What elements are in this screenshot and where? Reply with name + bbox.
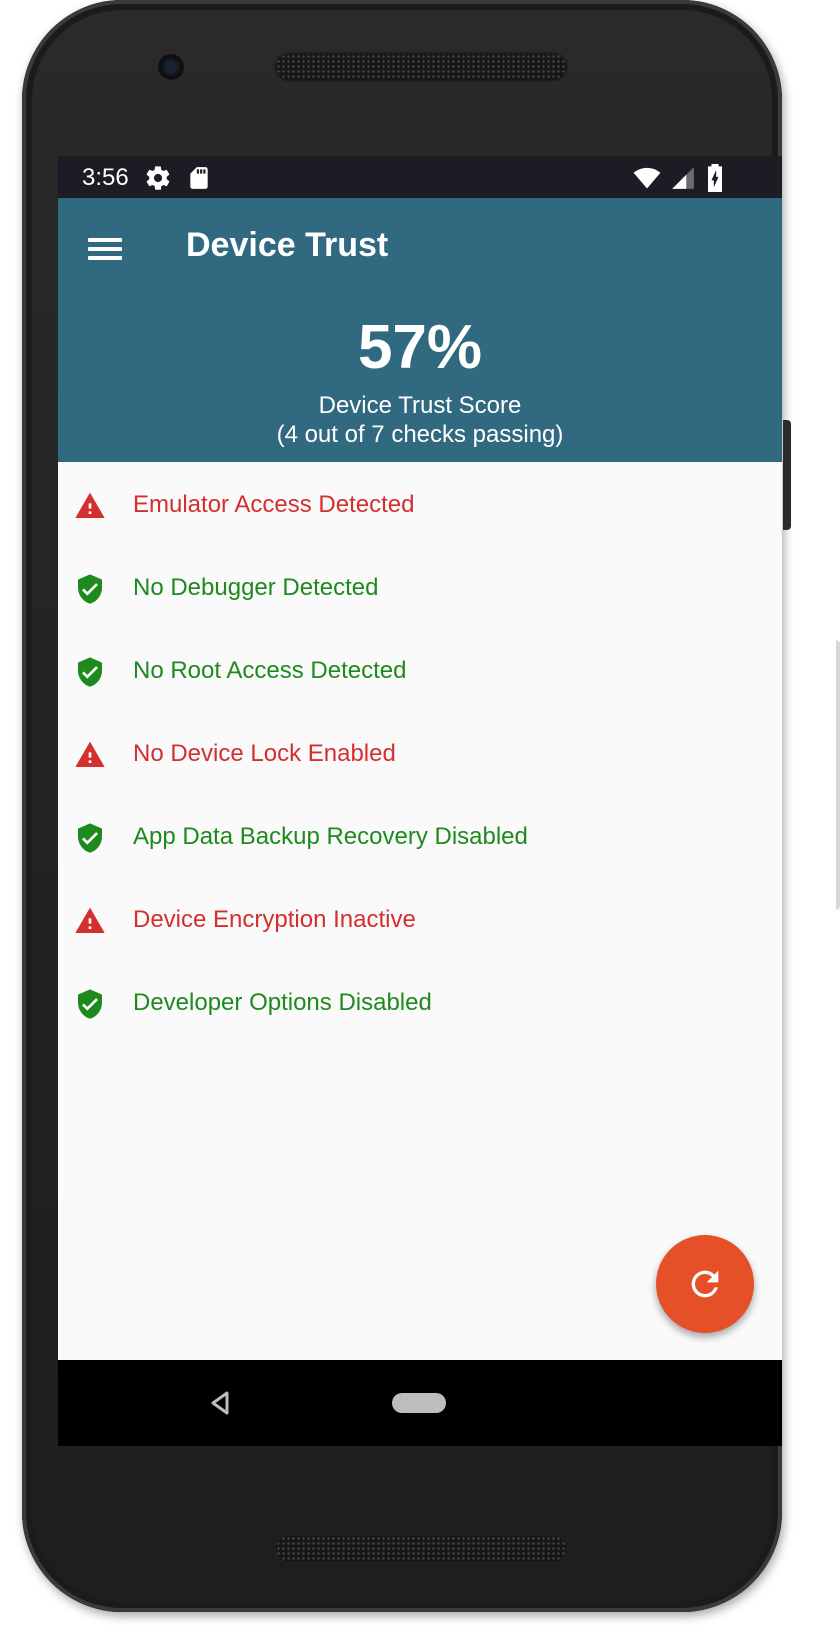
signal-icon xyxy=(670,164,696,197)
shield-check-icon xyxy=(78,823,102,853)
score-value: 57% xyxy=(357,313,483,382)
shield-check-icon xyxy=(78,574,102,604)
volume-button xyxy=(836,640,840,910)
score-summary: (4 out of 7 checks passing) xyxy=(276,421,564,448)
check-item-developer-options[interactable]: Developer Options Disabled xyxy=(58,960,782,1046)
nav-bar xyxy=(58,1360,782,1446)
top-speaker xyxy=(276,54,566,80)
check-label: No Root Access Detected xyxy=(133,657,407,684)
check-label: App Data Backup Recovery Disabled xyxy=(133,823,528,850)
status-time: 3:56 xyxy=(82,164,129,191)
score-label: Device Trust Score xyxy=(318,392,522,419)
warning-icon xyxy=(75,907,105,933)
power-button xyxy=(783,420,791,530)
refresh-icon xyxy=(691,1270,719,1298)
check-item-debugger[interactable]: No Debugger Detected xyxy=(58,545,782,631)
check-item-root[interactable]: No Root Access Detected xyxy=(58,628,782,714)
shield-check-icon xyxy=(78,989,102,1019)
hamburger-menu-icon xyxy=(88,238,122,242)
check-item-backup[interactable]: App Data Backup Recovery Disabled xyxy=(58,794,782,880)
check-label: No Debugger Detected xyxy=(133,574,379,601)
check-label: Developer Options Disabled xyxy=(133,989,432,1016)
score-panel: 57% Device Trust Score (4 out of 7 check… xyxy=(58,298,782,462)
front-camera xyxy=(158,54,184,80)
check-item-emulator[interactable]: Emulator Access Detected xyxy=(58,462,782,548)
bottom-speaker xyxy=(276,1536,566,1562)
app-title: Device Trust xyxy=(186,226,389,264)
warning-icon xyxy=(75,741,105,767)
check-label: Emulator Access Detected xyxy=(133,491,415,518)
check-label: Device Encryption Inactive xyxy=(133,906,416,933)
check-label: No Device Lock Enabled xyxy=(133,740,396,767)
screen: 3:56 Device Trust 57% Device Trust Score… xyxy=(58,156,782,1446)
home-icon[interactable] xyxy=(392,1393,446,1413)
check-item-device-lock[interactable]: No Device Lock Enabled xyxy=(58,711,782,797)
settings-icon xyxy=(144,164,172,197)
shield-check-icon xyxy=(78,657,102,687)
refresh-button[interactable] xyxy=(656,1235,754,1333)
battery-charging-icon xyxy=(704,164,726,197)
app-bar: Device Trust xyxy=(58,198,782,298)
wifi-icon xyxy=(632,164,662,197)
back-icon[interactable] xyxy=(208,1390,232,1416)
check-item-encryption[interactable]: Device Encryption Inactive xyxy=(58,877,782,963)
warning-icon xyxy=(75,492,105,518)
menu-button[interactable] xyxy=(80,224,130,274)
sd-card-icon xyxy=(186,164,212,197)
status-bar: 3:56 xyxy=(58,156,782,198)
